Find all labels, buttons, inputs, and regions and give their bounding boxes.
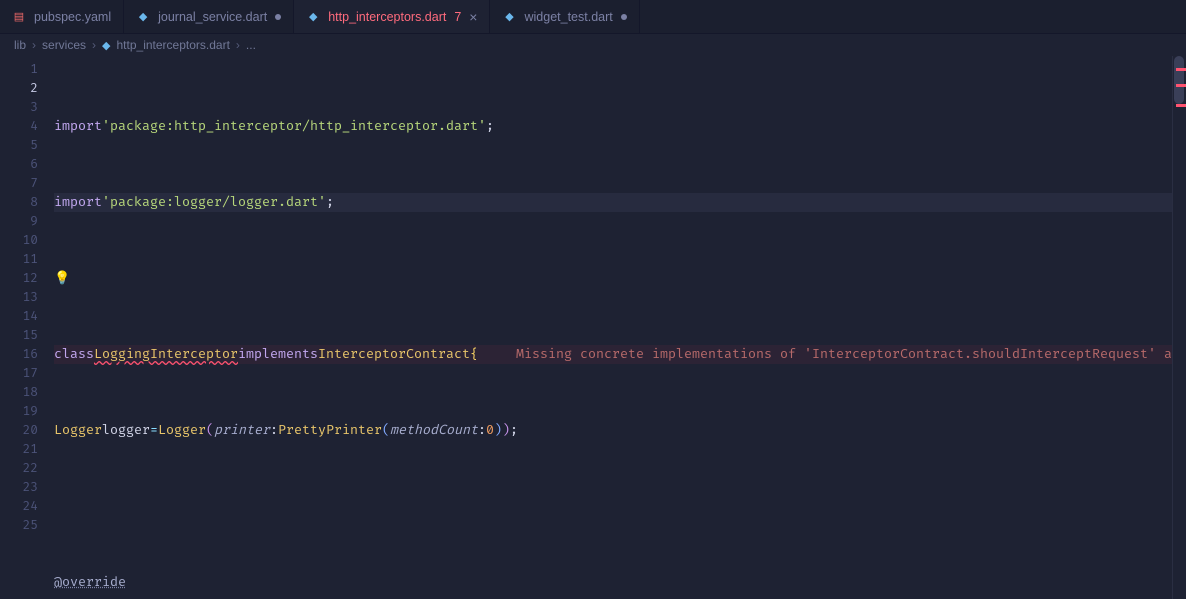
editor-tabs: ▤ pubspec.yaml ◆ journal_service.dart ◆ … xyxy=(0,0,1186,34)
breadcrumb[interactable]: lib › services › ◆ http_interceptors.dar… xyxy=(0,34,1186,56)
code-line[interactable]: Logger logger = Logger(printer: PrettyPr… xyxy=(54,421,1186,440)
tab-pubspec[interactable]: ▤ pubspec.yaml xyxy=(0,0,124,33)
code-line[interactable]: @override xyxy=(54,573,1186,592)
code-line[interactable]: import 'package:http_interceptor/http_in… xyxy=(54,117,1186,136)
dart-file-icon: ◆ xyxy=(136,10,150,24)
tab-widget-test[interactable]: ◆ widget_test.dart xyxy=(490,0,639,33)
dart-file-icon: ◆ xyxy=(102,39,110,52)
code-line[interactable]: class LoggingInterceptor implements Inte… xyxy=(54,345,1186,364)
code-area[interactable]: import 'package:http_interceptor/http_in… xyxy=(54,56,1186,599)
dart-file-icon: ◆ xyxy=(306,10,320,24)
code-line[interactable] xyxy=(54,497,1186,516)
tab-label: http_interceptors.dart xyxy=(328,10,446,24)
inline-error[interactable]: Missing concrete implementations of 'Int… xyxy=(510,345,1186,364)
line-number-gutter: 1234567891011121314151617181920212223242… xyxy=(0,56,54,599)
code-line[interactable]: 💡 xyxy=(54,269,1186,288)
chevron-right-icon: › xyxy=(32,38,36,52)
code-editor[interactable]: 1234567891011121314151617181920212223242… xyxy=(0,56,1186,599)
error-marker[interactable] xyxy=(1176,68,1186,71)
tab-http-interceptors[interactable]: ◆ http_interceptors.dart 7 × xyxy=(294,0,490,33)
crumb[interactable]: lib xyxy=(14,38,26,52)
error-count-badge: 7 xyxy=(454,10,461,24)
crumb[interactable]: ... xyxy=(246,38,256,52)
crumb[interactable]: http_interceptors.dart xyxy=(117,38,230,52)
code-line[interactable]: import 'package:logger/logger.dart'; xyxy=(54,193,1186,212)
crumb[interactable]: services xyxy=(42,38,86,52)
chevron-right-icon: › xyxy=(92,38,96,52)
modified-dot-icon xyxy=(621,14,627,20)
yaml-file-icon: ▤ xyxy=(12,10,26,24)
tab-journal-service[interactable]: ◆ journal_service.dart xyxy=(124,0,294,33)
error-marker[interactable] xyxy=(1176,84,1186,87)
error-marker[interactable] xyxy=(1176,104,1186,107)
dart-file-icon: ◆ xyxy=(502,10,516,24)
chevron-right-icon: › xyxy=(236,38,240,52)
minimap-scrollbar[interactable] xyxy=(1172,56,1186,599)
modified-dot-icon xyxy=(275,14,281,20)
tab-label: widget_test.dart xyxy=(524,10,612,24)
tab-label: pubspec.yaml xyxy=(34,10,111,24)
tab-label: journal_service.dart xyxy=(158,10,267,24)
lightbulb-icon[interactable]: 💡 xyxy=(54,269,66,288)
scrollbar-thumb[interactable] xyxy=(1174,56,1184,104)
close-icon[interactable]: × xyxy=(469,10,477,24)
